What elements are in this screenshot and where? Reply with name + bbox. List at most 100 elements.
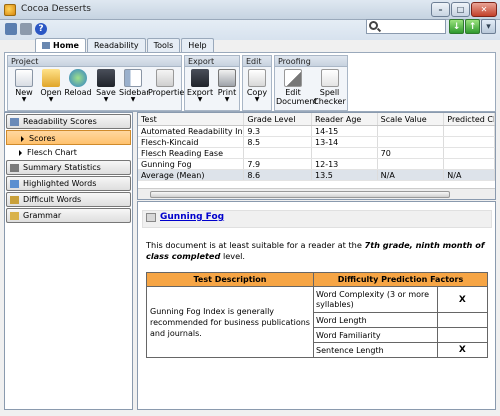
test-description: Gunning Fog Index is generally recommend… [146,286,314,358]
table-cell: N/A [444,170,495,180]
difficulty-table: Test Description Difficulty Prediction F… [146,272,489,358]
minimize-button[interactable]: – [431,2,450,17]
dropdown-arrow-icon: ▼ [254,96,260,103]
options-button[interactable]: ▾ [481,19,496,34]
sidebar: Readability Scores Scores Flesch Chart S… [4,112,133,410]
column-header-reader-age[interactable]: Reader Age [312,113,378,125]
table-row-average[interactable]: Average (Mean) 8.6 13.5 N/A N/A [138,170,495,181]
table-row[interactable]: Automated Readability Index9.314-15 [138,126,495,137]
table-cell [378,159,445,169]
next-button[interactable]: ↓ [449,19,464,34]
factor-mark: X [436,342,489,358]
dropdown-arrow-icon: ▼ [21,96,27,103]
dropdown-arrow-icon: ▼ [130,96,136,103]
save-icon[interactable] [5,23,17,35]
table-row[interactable]: Flesch Reading Ease 70 [138,148,495,159]
column-header-predicted-cloze[interactable]: Predicted Cloze [444,113,495,125]
table-cell [378,126,445,136]
pen-icon [284,69,302,87]
close-button[interactable]: ✕ [471,2,497,17]
export-button[interactable]: Export ▼ [186,69,214,103]
table-cell: 8.6 [244,170,313,180]
factor-name: Word Familiarity [313,327,438,343]
sidebar-item-label: Difficult Words [23,195,82,204]
sidebar-item-highlighted-words[interactable]: Highlighted Words [6,176,131,191]
scores-icon [10,118,19,126]
save-button[interactable]: Save ▼ [92,69,120,103]
document-icon [146,213,156,222]
spell-check-icon [320,69,339,87]
home-icon [42,42,50,49]
scrollbar-thumb[interactable] [150,191,450,198]
detail-pane: Gunning Fog This document is at least su… [137,201,496,410]
search-icon [369,21,378,30]
table-row[interactable]: Flesch-Kincaid 8.5 13-14 [138,137,495,148]
previous-button[interactable]: ↑ [465,19,480,34]
column-header-grade-level[interactable]: Grade Level [244,113,313,125]
statistics-icon [10,164,19,172]
group-project: Project New ▼ Open ▼ Reload Save ▼ Sidebar ▼… [7,55,188,111]
window-controls: – □ ✕ [431,2,497,17]
summary-text-end: level. [220,251,246,261]
edit-document-button[interactable]: Edit Document [276,69,317,106]
table-cell: 13.5 [312,170,378,180]
tab-readability[interactable]: Readability [86,38,146,52]
detail-title-link[interactable]: Gunning Fog [146,212,224,222]
table-cell: 7.9 [244,159,313,169]
table-cell [312,148,378,158]
horizontal-scrollbar[interactable] [138,188,495,199]
sidebar-item-summary-statistics[interactable]: Summary Statistics [6,160,131,175]
group-title: Proofing [275,56,347,67]
properties-button[interactable]: Properties [148,69,188,97]
table-cell: Average (Mean) [138,170,245,180]
open-button[interactable]: Open ▼ [37,69,65,103]
sidebar-item-grammar[interactable]: Grammar [6,208,131,223]
table-cell [378,137,445,147]
window-title: Cocoa Desserts [21,4,91,14]
arrow-icon [19,150,22,156]
factor-mark: X [436,286,489,313]
new-button[interactable]: New ▼ [10,69,38,103]
properties-icon [155,69,174,87]
table-cell [244,148,313,158]
dropdown-arrow-icon: ▼ [48,96,54,103]
sidebar-item-readability-scores[interactable]: Readability Scores [6,114,131,129]
tab-help[interactable]: Help [181,38,214,52]
table-cell [444,148,495,158]
factor-name: Sentence Length [313,342,438,358]
print-button[interactable]: Print ▼ [213,69,241,103]
header-difficulty-factors: Difficulty Prediction Factors [313,272,488,287]
table-cell: Flesch-Kincaid [138,137,245,147]
sidebar-button[interactable]: Sidebar ▼ [119,69,150,103]
column-header-test[interactable]: Test [138,113,245,125]
summary-text: This document is at least suitable for a… [146,240,365,250]
app-icon [4,4,16,16]
help-icon[interactable]: ? [35,23,47,35]
arrow-icon [21,136,24,142]
table-row[interactable]: Gunning Fog 7.9 12-13 [138,159,495,170]
difficult-words-icon [10,196,19,204]
scores-table: Test Grade Level Reader Age Scale Value … [137,112,496,200]
column-header-scale-value[interactable]: Scale Value [378,113,445,125]
sidebar-item-difficult-words[interactable]: Difficult Words [6,192,131,207]
title-bar: Cocoa Desserts – □ ✕ [0,0,500,20]
maximize-button[interactable]: □ [451,2,470,17]
sidebar-item-label: Summary Statistics [23,163,101,172]
sidebar-icon [124,69,142,87]
spell-checker-button[interactable]: Spell Checker [312,69,347,106]
tab-tools[interactable]: Tools [146,38,181,52]
table-cell: 12-13 [312,159,378,169]
table-cell [444,126,495,136]
sidebar-item-label: Scores [29,134,56,143]
sidebar-subitem-scores[interactable]: Scores [6,130,131,145]
factor-name: Word Complexity (3 or more syllables) [313,286,438,313]
table-cell: 9.3 [244,126,313,136]
group-edit: Edit Copy ▼ [242,55,272,111]
search-input[interactable] [366,19,446,34]
tab-home[interactable]: Home [35,38,86,52]
copy-button[interactable]: Copy ▼ [243,69,271,103]
table-cell [444,159,495,169]
reload-button[interactable]: Reload [64,69,92,97]
sidebar-subitem-flesch-chart[interactable]: Flesch Chart [5,145,132,160]
print-icon[interactable] [20,23,32,35]
